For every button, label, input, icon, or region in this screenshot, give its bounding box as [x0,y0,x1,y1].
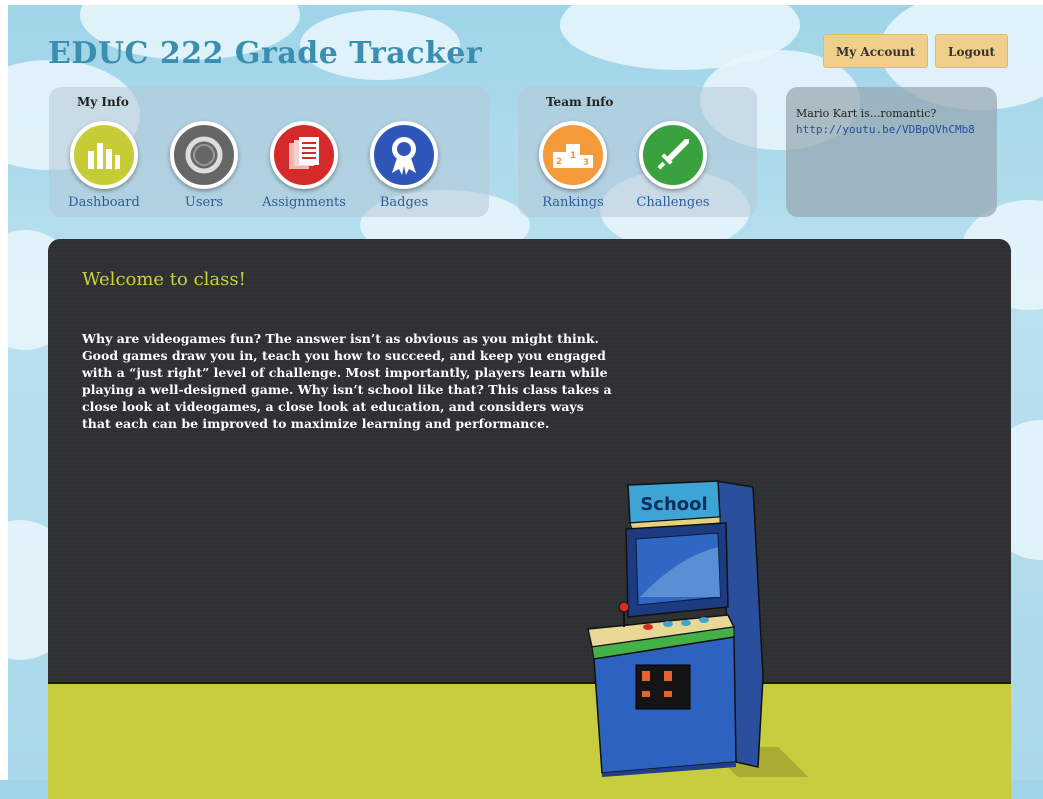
team-info-panel: Team Info 2 1 3 Rankings Challenges [518,87,757,217]
ribbon-badge-icon [370,121,438,189]
status-link[interactable]: http://youtu.be/VDBpQVhCMb8 [796,123,975,136]
document-stack-icon [270,121,338,189]
nav-users[interactable]: Users [159,121,249,210]
sword-icon [639,121,707,189]
team-info-label: Team Info [546,95,614,109]
nav-assignments-label: Assignments [262,195,346,210]
status-panel: Mario Kart is...romantic? http://youtu.b… [786,87,997,217]
nav-users-label: Users [184,195,224,210]
my-info-panel: My Info Dashboard Users Assignments Badg… [49,87,489,217]
nav-challenges[interactable]: Challenges [628,121,718,210]
nav-dashboard[interactable]: Dashboard [59,121,149,210]
intro-paragraph: Why are videogames fun? The answer isn’t… [82,331,612,431]
app-title: EDUC 222 Grade Tracker [48,36,483,71]
nav-badges-label: Badges [379,195,429,210]
nav-assignments[interactable]: Assignments [259,121,349,210]
arcade-sign-text: School [640,494,707,515]
page-frame-top [0,0,1043,5]
main-content: Welcome to class! Why are videogames fun… [48,239,1011,799]
podium-icon: 2 1 3 [539,121,607,189]
nav-challenges-label: Challenges [636,195,710,210]
svg-text:3: 3 [583,158,589,168]
page-frame-left [0,0,8,780]
ring-icon [170,121,238,189]
arcade-cabinet-illustration: School [587,480,808,777]
status-text: Mario Kart is...romantic? [796,107,937,120]
my-info-label: My Info [77,95,129,109]
logout-button[interactable]: Logout [935,34,1009,68]
bar-chart-icon [70,121,138,189]
svg-text:2: 2 [556,157,562,167]
nav-rankings-label: Rankings [542,195,604,210]
nav-rankings[interactable]: 2 1 3 Rankings [528,121,618,210]
svg-text:1: 1 [570,151,576,161]
nav-badges[interactable]: Badges [359,121,449,210]
welcome-heading: Welcome to class! [82,269,246,290]
nav-dashboard-label: Dashboard [68,195,140,210]
floor [48,682,1011,799]
my-account-button[interactable]: My Account [823,34,929,68]
